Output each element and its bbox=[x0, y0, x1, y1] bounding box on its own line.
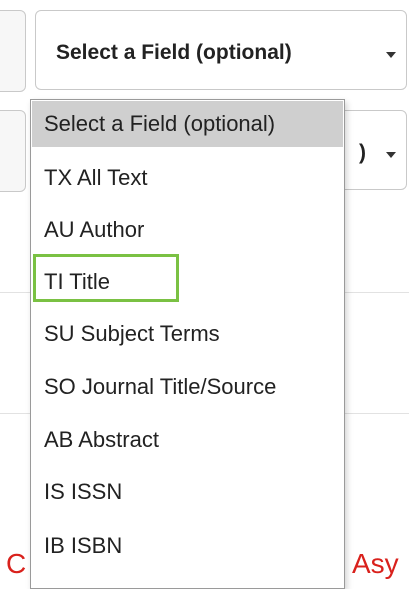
field-select-label: ) bbox=[359, 141, 366, 164]
field-select-label: Select a Field (optional) bbox=[56, 41, 292, 64]
field-select[interactable]: Select a Field (optional) bbox=[35, 10, 407, 90]
dropdown-option-select-a-field[interactable]: Select a Field (optional) bbox=[32, 101, 343, 147]
dropdown-option-au-author[interactable]: AU Author bbox=[32, 204, 343, 256]
background-link-fragment[interactable]: Asy bbox=[352, 548, 399, 580]
dropdown-option-is-issn[interactable]: IS ISSN bbox=[32, 466, 343, 518]
dropdown-option-ti-title[interactable]: TI Title bbox=[32, 256, 343, 308]
dropdown-option-ab-abstract[interactable]: AB Abstract bbox=[32, 414, 343, 466]
dropdown-option-su-subject-terms[interactable]: SU Subject Terms bbox=[32, 308, 343, 360]
caret-down-icon bbox=[386, 52, 396, 58]
adjacent-input-edge[interactable] bbox=[0, 110, 26, 192]
background-link-fragment[interactable]: C bbox=[6, 548, 26, 580]
dropdown-option-tx-all-text[interactable]: TX All Text bbox=[32, 152, 343, 204]
dropdown-option-ib-isbn[interactable]: IB ISBN bbox=[32, 520, 343, 572]
adjacent-input-edge[interactable] bbox=[0, 10, 26, 92]
caret-down-icon bbox=[386, 152, 396, 158]
dropdown-option-so-journal-title-source[interactable]: SO Journal Title/Source bbox=[32, 361, 343, 413]
field-dropdown-list: Select a Field (optional) TX All Text AU… bbox=[30, 99, 345, 589]
